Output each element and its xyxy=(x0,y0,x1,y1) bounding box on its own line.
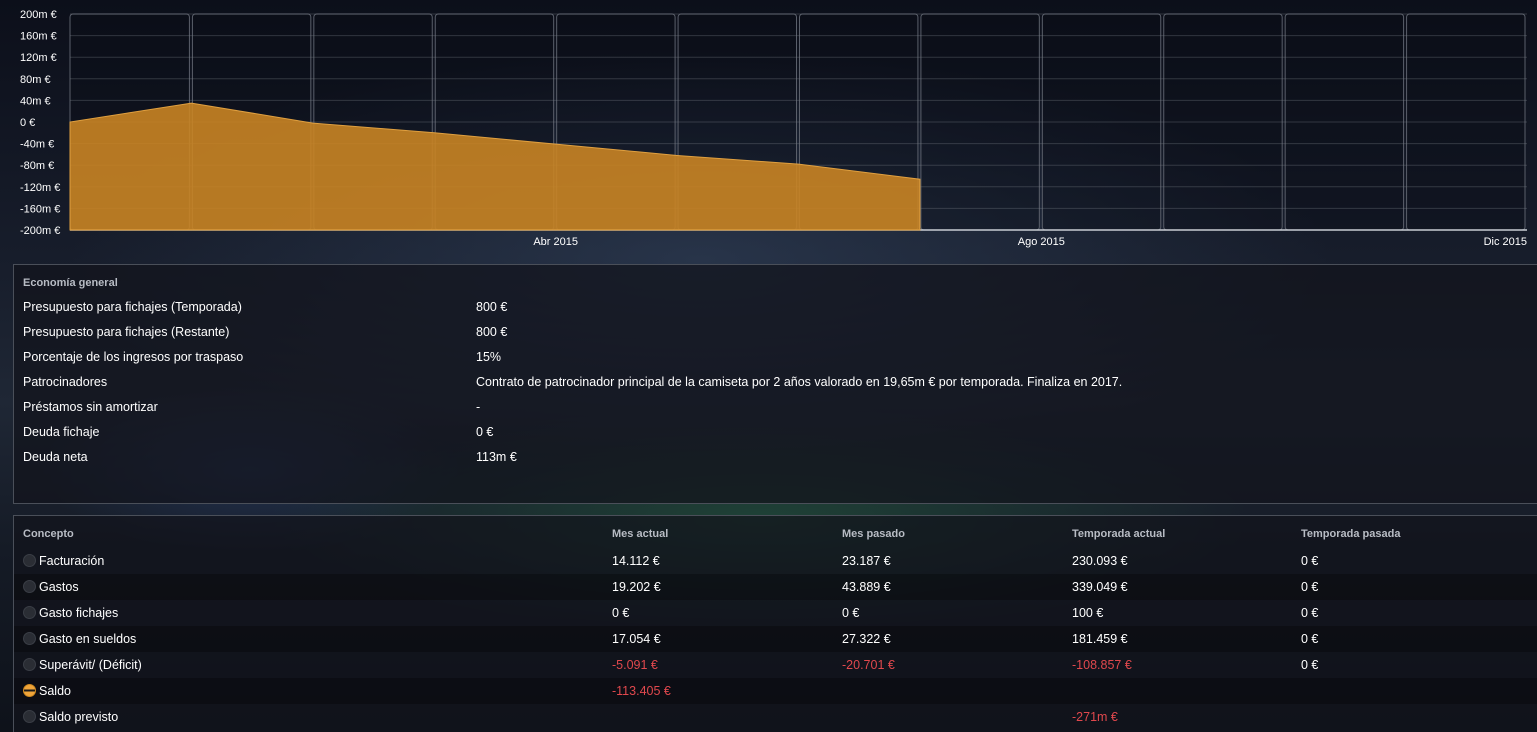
economy-row-value: 800 € xyxy=(476,325,508,339)
balance-chart: 200m € 160m € 120m € 80m € 40m € 0 € -40m € -80… xyxy=(20,9,1527,248)
economy-row-label: Presupuesto para fichajes (Restante) xyxy=(23,325,230,339)
y-tick-label: -200m € xyxy=(20,225,60,237)
economy-title: Economía general xyxy=(23,277,118,289)
summary-row[interactable]: Superávit/ (Déficit) -5.091 € -20.701 € -10… xyxy=(14,652,1537,678)
economy-row: Presupuesto para fichajes (Temporada) 800… xyxy=(14,294,1537,319)
economy-panel: Economía general Presupuesto para fichaj… xyxy=(13,264,1537,504)
summary-row-label: Saldo xyxy=(39,684,71,698)
x-tick-label: Dic 2015 xyxy=(1484,236,1527,248)
economy-row-label: Deuda fichaje xyxy=(23,425,100,439)
economy-row: Deuda fichaje 0 € xyxy=(14,419,1537,444)
economy-row: Deuda neta 113m € xyxy=(14,444,1537,469)
header-last-month[interactable]: Mes pasado xyxy=(842,528,905,540)
summary-cell: 0 € xyxy=(612,606,630,620)
header-concept: Concepto xyxy=(23,528,74,540)
economy-row-value: 800 € xyxy=(476,300,508,314)
y-tick-label: 0 € xyxy=(20,117,35,129)
expand-icon[interactable] xyxy=(23,606,36,619)
economy-row-value: 0 € xyxy=(476,425,494,439)
summary-cell: -108.857 € xyxy=(1072,658,1132,672)
summary-cell: 43.889 € xyxy=(842,580,891,594)
summary-row[interactable]: Saldo -113.405 € xyxy=(14,678,1537,704)
expand-icon[interactable] xyxy=(23,658,36,671)
expand-icon[interactable] xyxy=(23,554,36,567)
economy-row: Patrocinadores Contrato de patrocinador p… xyxy=(14,369,1537,394)
summary-row-label: Gasto en sueldos xyxy=(39,632,137,646)
summary-cell: 19.202 € xyxy=(612,580,661,594)
economy-row: Presupuesto para fichajes (Restante) 800 … xyxy=(14,319,1537,344)
summary-row[interactable]: Facturación 14.112 € 23.187 € 230.093 € 0 € xyxy=(14,548,1537,574)
expand-icon[interactable] xyxy=(23,632,36,645)
summary-cell: -113.405 € xyxy=(612,684,671,698)
y-tick-label: 200m € xyxy=(20,9,57,21)
economy-row: Préstamos sin amortizar - xyxy=(14,394,1537,419)
summary-cell: 0 € xyxy=(1301,632,1319,646)
summary-row[interactable]: Saldo previsto -271m € xyxy=(14,704,1537,730)
economy-row-label: Préstamos sin amortizar xyxy=(23,400,158,414)
summary-row-label: Gastos xyxy=(39,580,79,594)
summary-row[interactable]: Gastos 19.202 € 43.889 € 339.049 € 0 € xyxy=(14,574,1537,600)
summary-table: Concepto Mes actual Mes pasado Temporada… xyxy=(13,515,1537,732)
summary-cell: 100 € xyxy=(1072,606,1104,620)
header-last-season[interactable]: Temporada pasada xyxy=(1301,528,1400,540)
y-tick-label: 80m € xyxy=(20,74,51,86)
summary-cell: -20.701 € xyxy=(842,658,895,672)
summary-cell: 14.112 € xyxy=(612,554,660,568)
summary-cell: 181.459 € xyxy=(1072,632,1128,646)
summary-cell: 0 € xyxy=(842,606,860,620)
y-tick-label: -40m € xyxy=(20,139,54,151)
economy-row-value: 15% xyxy=(476,350,502,364)
x-tick-label: Abr 2015 xyxy=(533,236,578,248)
header-current-season[interactable]: Temporada actual xyxy=(1072,528,1165,540)
summary-cell: 0 € xyxy=(1301,580,1319,594)
economy-row-value: 113m € xyxy=(476,450,517,464)
summary-cell: 0 € xyxy=(1301,554,1319,568)
summary-cell: -5.091 € xyxy=(612,658,658,672)
summary-row[interactable]: Gasto fichajes 0 € 0 € 100 € 0 € xyxy=(14,600,1537,626)
economy-row: Porcentaje de los ingresos por traspaso 1… xyxy=(14,344,1537,369)
economy-row-label: Porcentaje de los ingresos por traspaso xyxy=(23,350,244,364)
summary-cell: -271m € xyxy=(1072,710,1118,724)
summary-row-label: Facturación xyxy=(39,554,105,568)
summary-cell: 0 € xyxy=(1301,658,1319,672)
economy-row-label: Presupuesto para fichajes (Temporada) xyxy=(23,300,242,314)
expand-icon[interactable] xyxy=(23,710,36,723)
economy-row-label: Patrocinadores xyxy=(23,375,108,389)
summary-row[interactable]: Gasto en sueldos 17.054 € 27.322 € 181.459 … xyxy=(14,626,1537,652)
y-tick-label: 40m € xyxy=(20,95,51,107)
summary-row-label: Superávit/ (Déficit) xyxy=(39,658,142,672)
summary-cell: 230.093 € xyxy=(1072,554,1128,568)
y-tick-label: -160m € xyxy=(20,203,60,215)
summary-cell: 17.054 € xyxy=(612,632,661,646)
economy-row-value[interactable]: Contrato de patrocinador principal de la… xyxy=(476,375,1122,389)
summary-row-label: Gasto fichajes xyxy=(39,606,119,620)
summary-cell: 339.049 € xyxy=(1072,580,1128,594)
y-tick-label: -120m € xyxy=(20,182,60,194)
economy-row-label: Deuda neta xyxy=(23,450,88,464)
y-tick-label: 160m € xyxy=(20,31,57,43)
expand-icon[interactable] xyxy=(23,580,36,593)
x-tick-label: Ago 2015 xyxy=(1018,236,1065,248)
economy-row-value: - xyxy=(476,400,481,414)
y-tick-label: -80m € xyxy=(20,160,54,172)
summary-row-label: Saldo previsto xyxy=(39,710,119,724)
summary-cell: 0 € xyxy=(1301,606,1319,620)
summary-cell: 23.187 € xyxy=(842,554,891,568)
header-current-month[interactable]: Mes actual xyxy=(612,528,668,540)
y-tick-label: 120m € xyxy=(20,52,57,64)
summary-cell: 27.322 € xyxy=(842,632,891,646)
balance-icon[interactable] xyxy=(23,684,36,697)
